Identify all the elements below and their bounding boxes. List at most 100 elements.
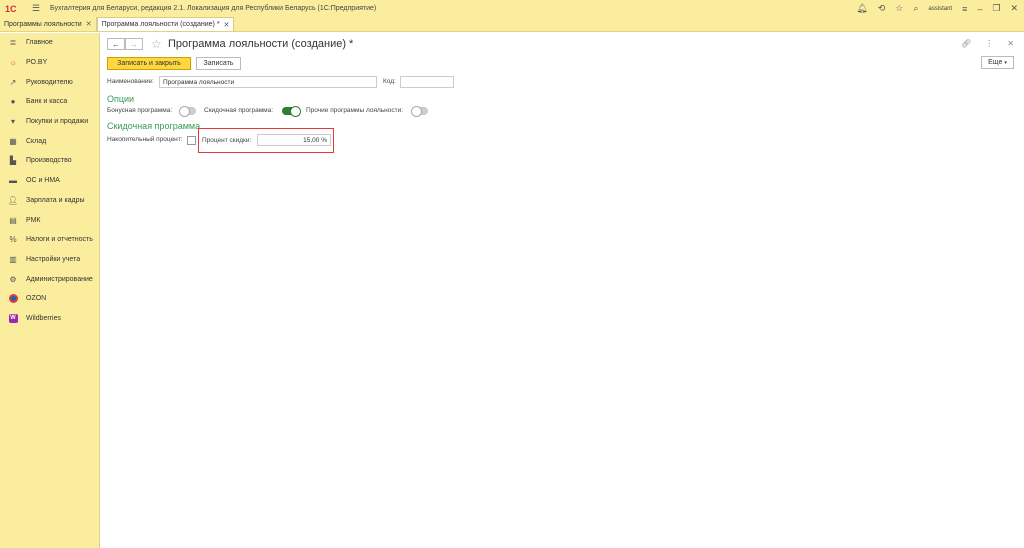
tab-label: Программа лояльности (создание) * xyxy=(101,21,220,28)
settings-doc-icon: ▥ xyxy=(9,254,17,264)
link-icon[interactable]: 🔗︎ xyxy=(961,39,971,48)
sidebar-item-administration[interactable]: ⚙ Администрирование xyxy=(0,269,99,289)
ozon-icon xyxy=(8,294,18,304)
form-actions: 🔗︎ ⋮ ✕ xyxy=(961,39,1014,48)
wildberries-icon: W xyxy=(8,313,18,323)
code-field[interactable] xyxy=(400,76,454,88)
close-tab-icon[interactable]: ✕ xyxy=(224,21,230,29)
restore-icon[interactable]: ❐ xyxy=(992,3,1000,14)
favorites-star-icon[interactable]: ☆ xyxy=(895,3,903,14)
sidebar-item-label: OZON xyxy=(26,295,47,303)
more-label: Еще xyxy=(988,59,1003,66)
sidebar-item-label: Склад xyxy=(26,137,47,145)
form-area: ← → ☆ Программа лояльности (создание) * … xyxy=(101,33,1024,548)
sections-sidebar: ≣ Главное ☼ РО.BY ↗ Руководителю ● Банк и ка… xyxy=(0,33,100,548)
sidebar-item-label: Главное xyxy=(26,39,53,47)
sidebar-item-label: Зарплата и кадры xyxy=(26,196,85,204)
sidebar-item-label: Настройки учета xyxy=(26,255,81,263)
sidebar-item-label: Покупки и продажи xyxy=(26,118,89,126)
user-name[interactable]: assistant xyxy=(928,6,952,12)
options-section-header: Опции xyxy=(107,94,135,104)
discount-percent-value: 15,00 % xyxy=(303,136,327,144)
discount-section-header: Скидочная программа xyxy=(107,121,201,131)
sidebar-item-label: РМК xyxy=(26,216,41,224)
trend-icon: ↗ xyxy=(9,77,17,87)
save-and-close-button[interactable]: Записать и закрыть xyxy=(107,57,191,70)
sidebar-item-label: Руководителю xyxy=(26,78,73,86)
page-title: Программа лояльности (создание) * xyxy=(168,38,354,50)
warehouse-icon: ▦ xyxy=(9,136,17,146)
other-programs-toggle[interactable] xyxy=(411,106,428,117)
favorite-star-icon[interactable]: ☆ xyxy=(151,37,162,51)
back-arrow-icon[interactable]: ← xyxy=(107,38,125,50)
main-menu-icon[interactable]: ☰ xyxy=(32,3,44,14)
sidebar-item-label: Налоги и отчетность xyxy=(26,236,93,244)
menu-lines-icon: ≣ xyxy=(9,38,17,48)
close-tab-icon[interactable]: ✕ xyxy=(86,20,92,28)
sidebar-item-rmk[interactable]: ▤ РМК xyxy=(0,210,99,230)
discount-percent-label: Процент скидки: xyxy=(202,137,252,144)
name-value: Программа лояльности xyxy=(163,78,235,86)
open-tabs-bar: Программы лояльности ✕ Программа лояльно… xyxy=(0,17,1024,32)
sidebar-item-roby[interactable]: ☼ РО.BY xyxy=(0,53,99,73)
cumulative-percent-label: Накопительный процент: xyxy=(107,136,183,143)
sidebar-item-label: Администрирование xyxy=(26,275,93,283)
percent-icon: % xyxy=(9,235,17,245)
sidebar-item-main[interactable]: ≣ Главное xyxy=(0,33,99,53)
tab-loyalty-program-create[interactable]: Программа лояльности (создание) * ✕ xyxy=(96,17,235,31)
app-title: Бухгалтерия для Беларуси, редакция 2.1. … xyxy=(50,5,377,12)
sidebar-item-label: Wildberries xyxy=(26,314,62,322)
register-icon: ▤ xyxy=(9,215,17,225)
coin-icon: ● xyxy=(10,97,16,107)
tab-loyalty-programs[interactable]: Программы лояльности ✕ xyxy=(0,17,97,31)
name-field[interactable]: Программа лояльности xyxy=(159,76,377,88)
other-programs-label: Прочие программы лояльности: xyxy=(306,107,404,114)
sidebar-item-taxes[interactable]: % Налоги и отчетность xyxy=(0,230,99,250)
title-bar: 1С ☰ Бухгалтерия для Беларуси, редакция … xyxy=(0,0,1024,17)
search-icon[interactable]: ⌕ xyxy=(913,3,918,14)
person-icon: 👤︎ xyxy=(7,195,19,205)
chevron-down-icon: ▾ xyxy=(1004,59,1007,66)
title-bar-controls: 🔔︎ ⟲ ☆ ⌕ assistant ≡ – ❐ ✕ xyxy=(856,0,1018,17)
navigation-buttons: ← → xyxy=(107,38,143,50)
settings-menu-icon[interactable]: ≡ xyxy=(962,4,967,14)
discount-program-label: Скидочная программа: xyxy=(204,107,274,114)
bonus-program-label: Бонусная программа: xyxy=(107,107,173,114)
app-logo: 1С xyxy=(5,3,17,14)
sidebar-item-fixed-assets[interactable]: ▬ ОС и НМА xyxy=(0,171,99,191)
history-icon[interactable]: ⟲ xyxy=(878,3,886,14)
sidebar-item-production[interactable]: ▙ Производство xyxy=(0,151,99,171)
save-button[interactable]: Записать xyxy=(196,57,241,70)
truck-icon: ▬ xyxy=(9,176,17,186)
cart-icon: ▾ xyxy=(10,117,15,127)
sidebar-item-label: Банк и касса xyxy=(26,98,68,106)
sidebar-item-label: РО.BY xyxy=(26,59,48,67)
close-window-icon[interactable]: ✕ xyxy=(1010,3,1018,14)
sidebar-item-wildberries[interactable]: W Wildberries xyxy=(0,309,99,329)
sidebar-item-accounting-settings[interactable]: ▥ Настройки учета xyxy=(0,250,99,270)
sidebar-item-salary[interactable]: 👤︎ Зарплата и кадры xyxy=(0,191,99,211)
tab-label: Программы лояльности xyxy=(4,20,82,28)
cumulative-percent-checkbox[interactable] xyxy=(187,136,196,145)
notifications-icon[interactable]: 🔔︎ xyxy=(856,3,867,14)
sidebar-item-warehouse[interactable]: ▦ Склад xyxy=(0,131,99,151)
more-vertical-icon[interactable]: ⋮ xyxy=(985,39,993,48)
more-button[interactable]: Еще ▾ xyxy=(981,56,1014,69)
discount-percent-field[interactable]: 15,00 % xyxy=(257,134,331,146)
code-label: Код: xyxy=(383,78,396,85)
sidebar-item-label: ОС и НМА xyxy=(26,177,60,185)
sidebar-item-purchases-sales[interactable]: ▾ Покупки и продажи xyxy=(0,112,99,132)
close-form-icon[interactable]: ✕ xyxy=(1007,39,1014,48)
sidebar-item-label: Производство xyxy=(26,157,72,165)
name-label: Наименование: xyxy=(107,78,154,85)
sun-icon: ☼ xyxy=(9,58,17,68)
sidebar-item-bank[interactable]: ● Банк и касса xyxy=(0,92,99,112)
forward-arrow-icon[interactable]: → xyxy=(125,38,143,50)
sidebar-item-ozon[interactable]: OZON xyxy=(0,289,99,309)
discount-program-toggle[interactable] xyxy=(282,106,301,117)
factory-icon: ▙ xyxy=(9,156,17,166)
gear-icon: ⚙ xyxy=(9,274,17,284)
sidebar-item-manager[interactable]: ↗ Руководителю xyxy=(0,72,99,92)
bonus-program-toggle[interactable] xyxy=(179,106,196,117)
minimize-icon[interactable]: – xyxy=(977,4,982,14)
